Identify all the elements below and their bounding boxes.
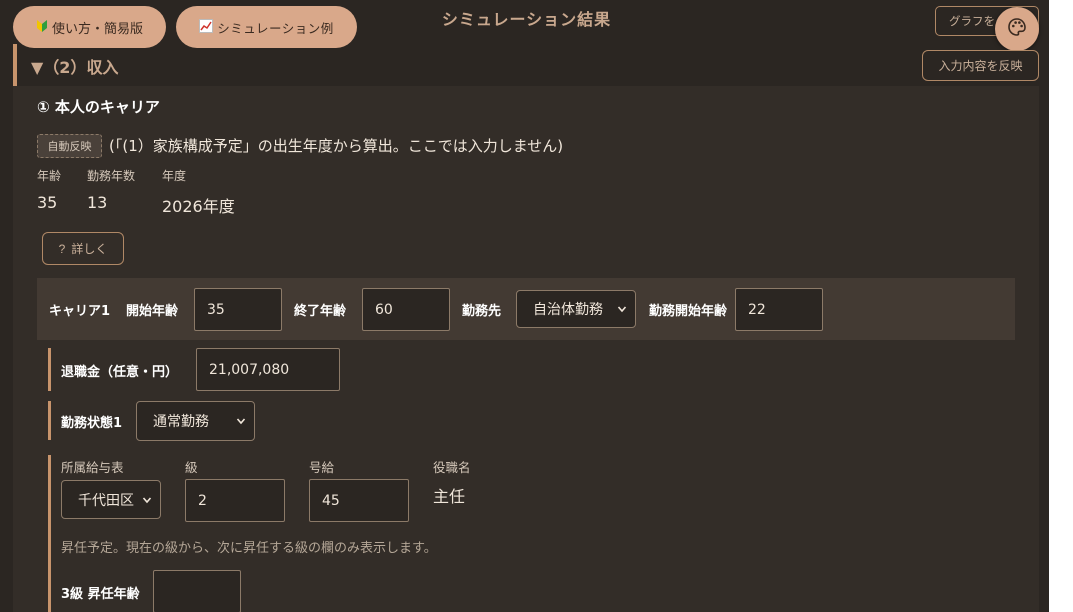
chevron-down-icon [142, 496, 152, 503]
year-label: 年度 [162, 169, 187, 183]
promotion-hint: 昇任予定。現在の級から、次に昇任する級の欄のみ表示します。 [61, 541, 437, 556]
salary-table-select-value: 千代田区 [78, 492, 134, 509]
step-label: 号給 [309, 460, 335, 475]
page-title: シミュレーション結果 [441, 10, 612, 29]
promotion-age-input[interactable] [153, 570, 241, 612]
promotion-age-label: 3級 昇任年齢 [61, 587, 140, 602]
income-panel [13, 86, 1039, 612]
app-window: 使い方・簡易版 シミュレーション例 シミュレーション結果 グラフを ▼（2）収入… [0, 0, 1049, 612]
salary-table-label: 所属給与表 [61, 460, 124, 475]
work-start-age-label: 勤務開始年齢 [649, 304, 728, 319]
palette-icon [1007, 17, 1027, 41]
question-icon: ? [58, 241, 66, 256]
section-accent-bar [13, 44, 17, 86]
auto-reflect-badge: 自動反映 [37, 134, 102, 158]
salary-table-select[interactable]: 千代田区 [61, 480, 161, 519]
employer-label: 勤務先 [462, 304, 502, 319]
career-1-name: キャリア1 [49, 304, 111, 319]
position-value: 主任 [433, 487, 466, 506]
reflect-input-button[interactable]: 入力内容を反映 [922, 50, 1039, 81]
years-value: 13 [87, 193, 108, 212]
details-button[interactable]: ? 詳しく [42, 232, 124, 265]
retirement-input[interactable]: 21,007,080 [196, 348, 340, 391]
work-status-label: 勤務状態1 [61, 416, 123, 431]
scrollbar[interactable] [1049, 0, 1073, 612]
end-age-label: 終了年齢 [294, 304, 347, 319]
start-age-label: 開始年齢 [126, 304, 179, 319]
employer-select[interactable]: 自治体勤務 [516, 290, 636, 328]
age-label: 年齢 [37, 169, 62, 183]
work-start-age-input[interactable]: 22 [735, 288, 823, 331]
details-button-label: 詳しく [71, 242, 108, 256]
start-age-input[interactable]: 35 [194, 288, 282, 331]
retirement-label: 退職金（任意・円） [61, 365, 179, 380]
career-heading: ① 本人のキャリア [37, 98, 160, 116]
palette-button[interactable] [995, 7, 1039, 51]
end-age-input[interactable]: 60 [362, 288, 450, 331]
work-status-select-value: 通常勤務 [153, 414, 209, 430]
employer-select-value: 自治体勤務 [533, 302, 603, 318]
grade-label: 級 [185, 460, 198, 475]
section-title-income[interactable]: ▼（2）収入 [31, 54, 118, 78]
work-status-select[interactable]: 通常勤務 [136, 401, 255, 441]
position-label: 役職名 [433, 460, 471, 475]
grade-input[interactable]: 2 [185, 479, 285, 522]
work-status-accent-bar [48, 401, 51, 440]
age-value: 35 [37, 193, 58, 212]
salary-accent-bar [48, 455, 51, 612]
year-value: 2026年度 [162, 197, 235, 216]
years-label: 勤務年数 [87, 169, 136, 183]
graph-button-label: グラフを [949, 16, 995, 28]
chevron-down-icon [617, 306, 627, 313]
auto-reflect-note: (「(1）家族構成予定」の出生年度から算出。ここでは入力しません) [109, 137, 564, 155]
retirement-accent-bar [48, 348, 51, 391]
chevron-down-icon [236, 418, 246, 425]
step-input[interactable]: 45 [309, 479, 409, 522]
